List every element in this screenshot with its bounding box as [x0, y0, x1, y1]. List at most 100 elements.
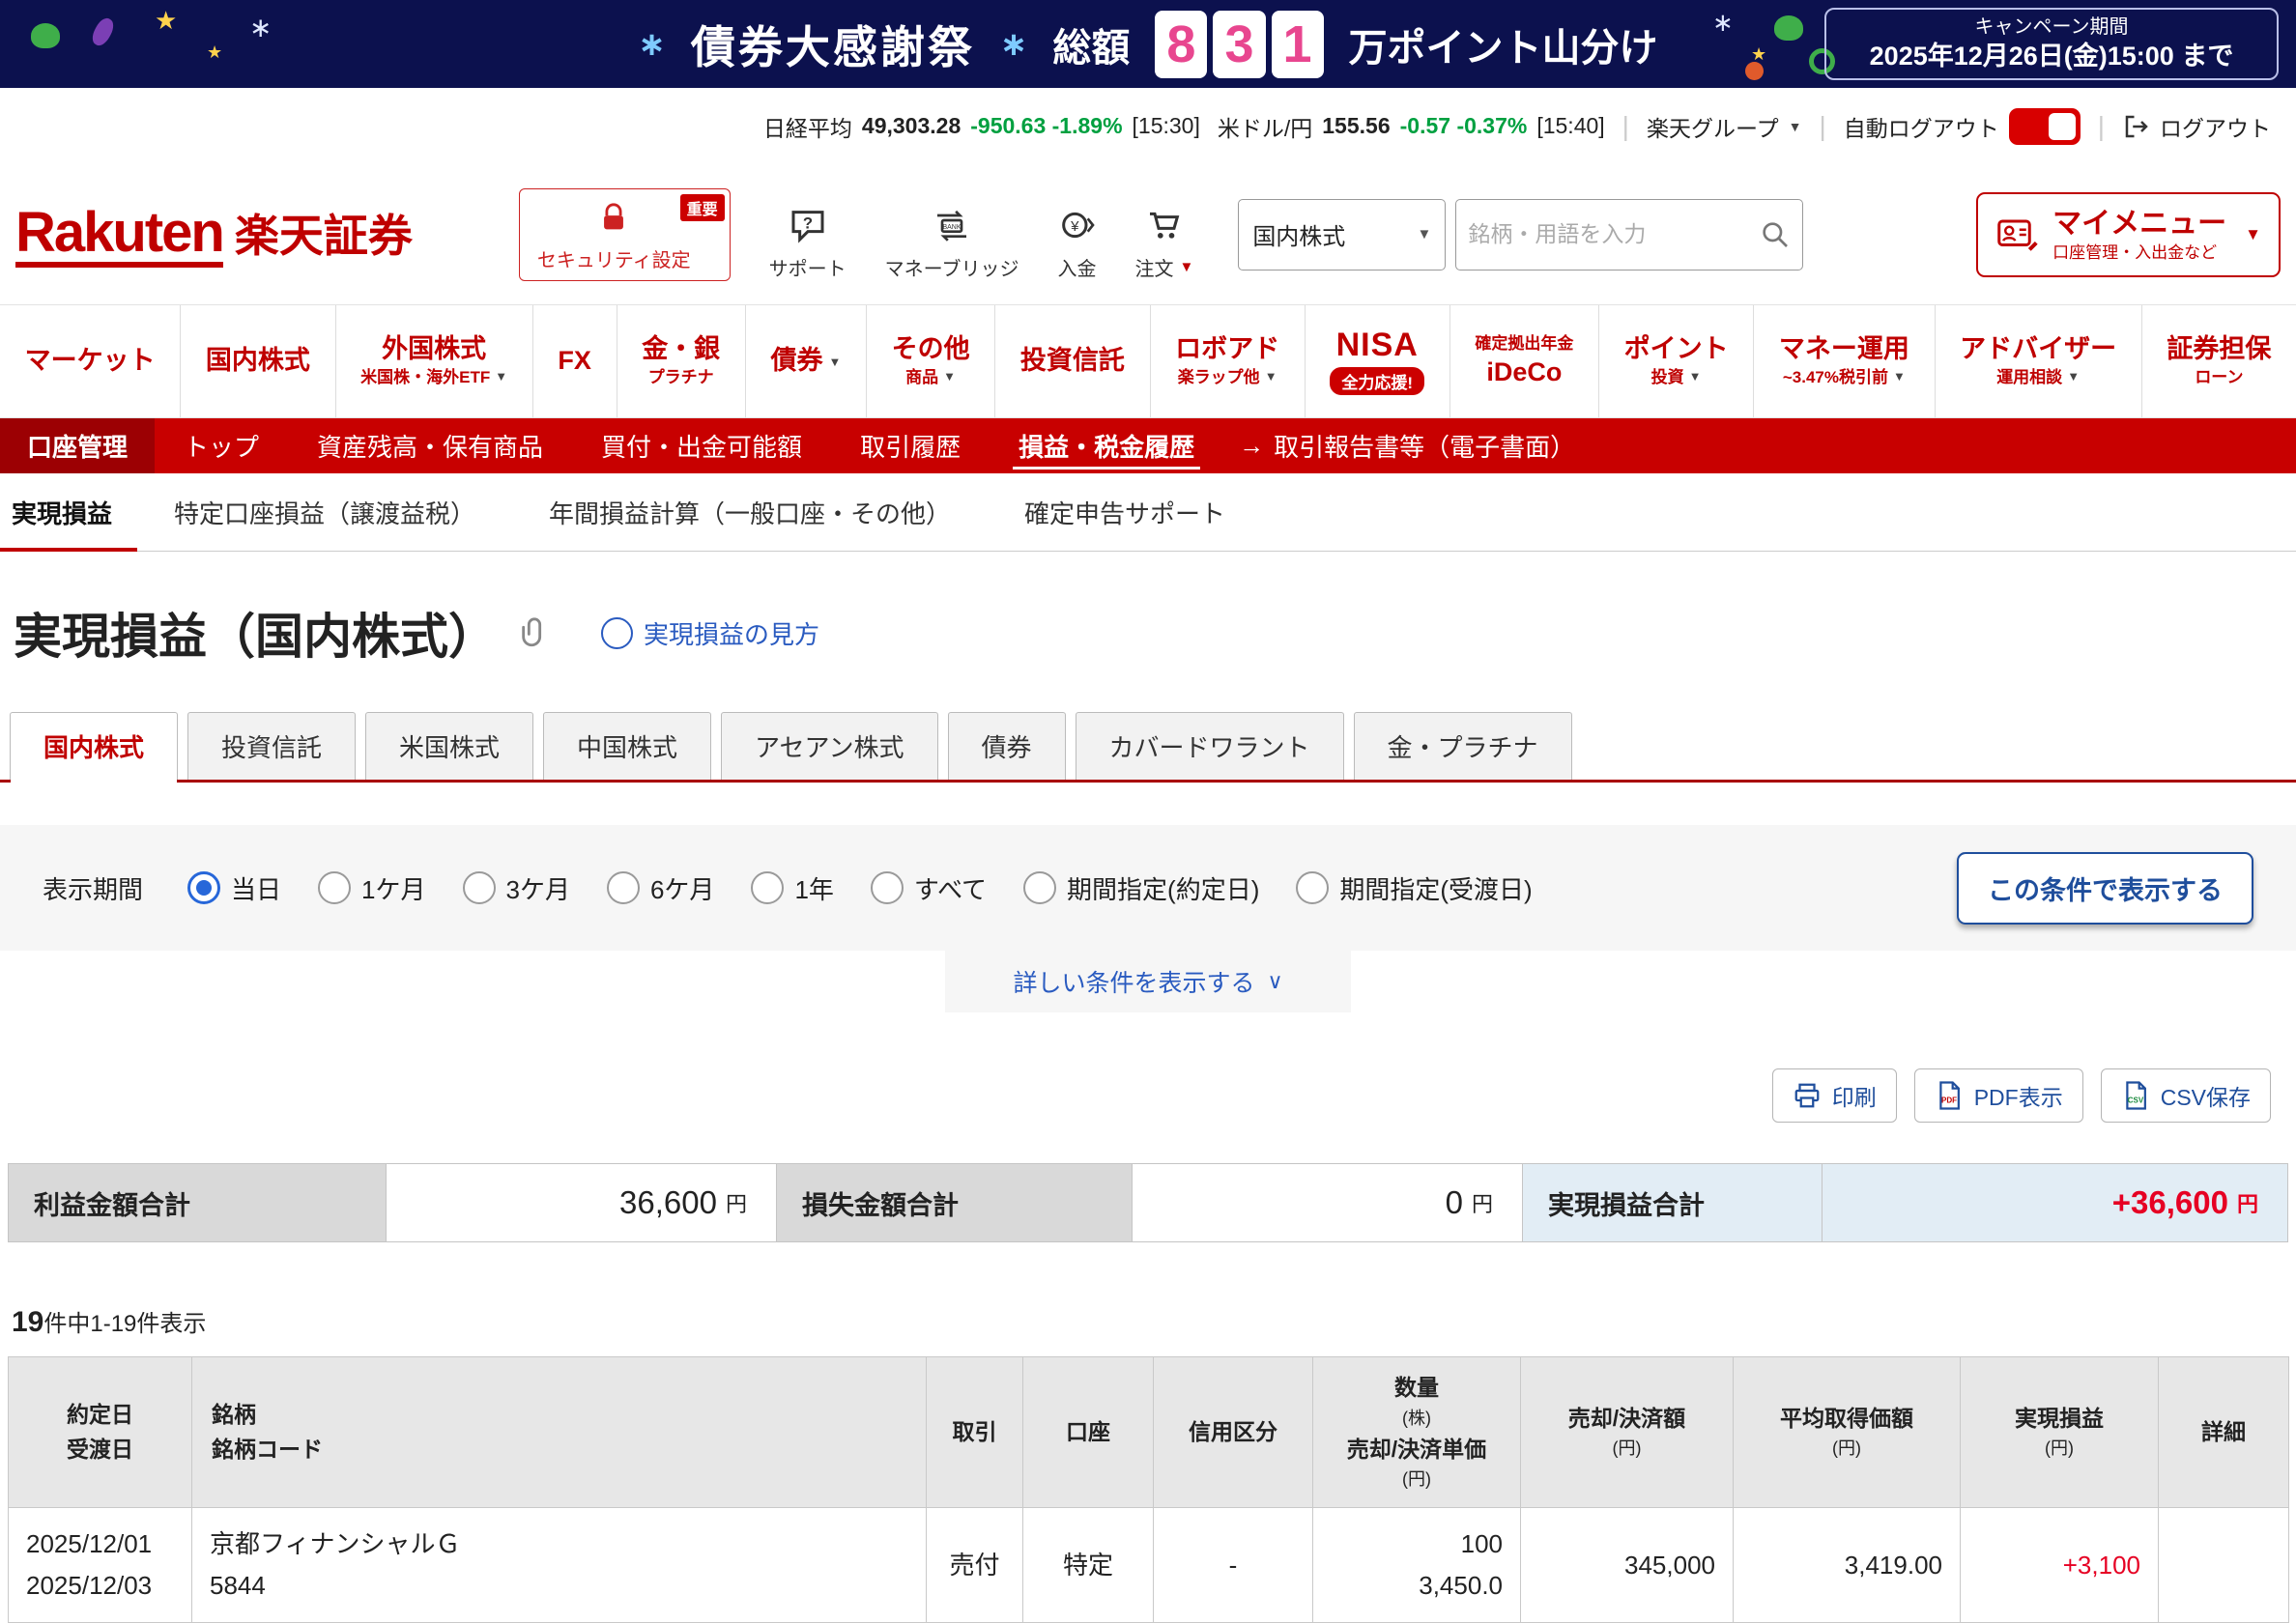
nav-item-label: マーケット	[25, 347, 156, 376]
nav-item-label: その他	[892, 335, 970, 364]
nav-item-mutual-funds[interactable]: 投資信託	[995, 305, 1150, 417]
loss-total-label: 損失金額合計	[777, 1164, 1133, 1241]
tab-specific-account-pnl[interactable]: 特定口座損益（譲渡益税）	[137, 473, 512, 551]
radio-period-1year[interactable]: 1年	[751, 870, 833, 906]
logout-button[interactable]: ログアウト	[2122, 110, 2271, 143]
arrow-right-icon: →	[1239, 431, 1264, 461]
nav-item-other-products[interactable]: その他 商品▼	[867, 305, 995, 417]
tab-domestic-stock[interactable]: 国内株式	[10, 712, 178, 780]
proceeds: 345,000	[1624, 1551, 1715, 1580]
account-management-home[interactable]: 口座管理	[0, 418, 155, 473]
security-settings-label: セキュリティ設定	[537, 244, 691, 272]
search-input[interactable]	[1468, 221, 1760, 247]
campaign-banner[interactable]: ★ ★ ∗ ∗ 債券大感謝祭 ∗ 総額 8 3 1 万ポイント山分け ∗ ★ キ…	[0, 0, 2296, 88]
deposit-button[interactable]: ¥ 入金	[1057, 204, 1096, 281]
nav-item-label: ロボアド	[1175, 335, 1279, 364]
acct-nav-pnl-tax-history[interactable]: 損益・税金履歴	[990, 418, 1223, 473]
cell-trade: 売付	[927, 1508, 1023, 1623]
acct-nav-balance[interactable]: 資産残高・保有商品	[288, 418, 572, 473]
site-header: Rakuten 楽天証券 重要 セキュリティ設定 ? サポート BANK マネー…	[0, 164, 2296, 304]
radio-period-6months[interactable]: 6ケ月	[607, 870, 714, 906]
usdjpy-time: [15:40]	[1536, 113, 1604, 139]
nav-item-market[interactable]: マーケット	[0, 305, 181, 417]
radio-period-today[interactable]: 当日	[187, 870, 281, 906]
expand-detailed-conditions-link[interactable]: 詳しい条件を表示する ∨	[945, 951, 1351, 1012]
tab-asean-stock[interactable]: アセアン株式	[721, 712, 937, 780]
chevron-down-icon: ∨	[1267, 969, 1282, 994]
pnl-help-link[interactable]: 実現損益の見方	[601, 615, 819, 651]
radio-label: 期間指定(受渡日)	[1339, 870, 1532, 906]
header-text: 口座	[1031, 1415, 1145, 1450]
moneybridge-button[interactable]: BANK マネーブリッジ	[885, 204, 1019, 281]
tab-us-stock[interactable]: 米国株式	[365, 712, 533, 780]
col-margin-type: 信用区分	[1154, 1357, 1313, 1508]
nav-item-domestic-stock[interactable]: 国内株式	[181, 305, 335, 417]
radio-period-range-settle-date[interactable]: 期間指定(受渡日)	[1296, 870, 1532, 906]
tab-covered-warrant[interactable]: カバードワラント	[1076, 712, 1344, 780]
radio-period-all[interactable]: すべて	[871, 870, 987, 906]
nav-item-bonds[interactable]: 債券▼	[746, 305, 867, 417]
acct-nav-trade-history[interactable]: 取引履歴	[831, 418, 990, 473]
rakuten-group-menu[interactable]: 楽天グループ ▼	[1647, 110, 1801, 143]
tab-china-stock[interactable]: 中国株式	[543, 712, 711, 780]
csv-file-icon: CSV	[2121, 1080, 2150, 1111]
acct-nav-top[interactable]: トップ	[155, 418, 288, 473]
radio-period-1month[interactable]: 1ケ月	[318, 870, 425, 906]
rakuten-logo[interactable]: Rakuten 楽天証券	[15, 201, 413, 269]
tab-tax-filing-support[interactable]: 確定申告サポート	[988, 473, 1262, 551]
decor-broccoli-icon	[31, 23, 60, 48]
acct-nav-buying-power[interactable]: 買付・出金可能額	[572, 418, 831, 473]
radio-dot	[1296, 871, 1329, 904]
order-button[interactable]: 注文 ▼	[1134, 204, 1193, 281]
auto-logout-label: 自動ログアウト	[1844, 110, 1999, 143]
auto-logout-toggle[interactable]	[2009, 108, 2081, 145]
tab-label: 年間損益計算（一般口座・その他）	[549, 495, 951, 530]
radio-label: 1年	[794, 870, 833, 906]
result-count: 19件中1-19件表示	[12, 1304, 2296, 1339]
tab-gold-platinum[interactable]: 金・プラチナ	[1354, 712, 1572, 780]
security-settings-button[interactable]: 重要 セキュリティ設定	[519, 188, 731, 281]
nav-item-gold-platinum[interactable]: 金・銀 プラチナ	[617, 305, 746, 417]
nav-item-ideco[interactable]: 確定拠出年金 iDeCo	[1450, 305, 1599, 417]
quantity: 100	[1331, 1523, 1503, 1565]
nav-item-securities-loan[interactable]: 証券担保 ローン	[2142, 305, 2296, 417]
nav-item-money-management[interactable]: マネー運用 ~3.47%税引前▼	[1754, 305, 1935, 417]
pnl-summary-bar: 利益金額合計 36,600 円 損失金額合計 0 円 実現損益合計 +36,60…	[8, 1163, 2288, 1242]
tab-annual-pnl[interactable]: 年間損益計算（一般口座・その他）	[512, 473, 988, 551]
nav-item-fx[interactable]: FX	[533, 305, 617, 417]
header-text: 銘柄	[212, 1398, 918, 1433]
search-icon[interactable]	[1760, 219, 1791, 250]
radio-period-3months[interactable]: 3ケ月	[463, 870, 570, 906]
expand-label: 詳しい条件を表示する	[1013, 964, 1254, 999]
nav-item-advisor[interactable]: アドバイザー 運用相談▼	[1936, 305, 2142, 417]
acct-nav-label: トップ	[184, 428, 259, 464]
pnl-sub-tabs: 実現損益 特定口座損益（譲渡益税） 年間損益計算（一般口座・その他） 確定申告サ…	[0, 473, 2296, 552]
tab-bonds[interactable]: 債券	[948, 712, 1066, 780]
nav-item-sublabel: 運用相談	[1996, 368, 2062, 387]
pdf-view-button[interactable]: PDF PDF表示	[1914, 1068, 2083, 1123]
print-button[interactable]: 印刷	[1772, 1068, 1897, 1123]
svg-text:PDF: PDF	[1941, 1096, 1957, 1104]
my-menu-button[interactable]: マイメニュー 口座管理・入出金など ▼	[1976, 192, 2281, 277]
trade-report-link[interactable]: → 取引報告書等（電子書面）	[1239, 418, 1575, 473]
nav-item-roboadvisor[interactable]: ロボアド 楽ラップ他▼	[1151, 305, 1306, 417]
header-text: 売却/決済単価	[1321, 1433, 1512, 1467]
nav-item-foreign-stock[interactable]: 外国株式 米国株・海外ETF▼	[336, 305, 533, 417]
nav-item-point-investment[interactable]: ポイント 投資▼	[1599, 305, 1754, 417]
apply-filter-button[interactable]: この条件で表示する	[1957, 852, 2253, 925]
nav-item-sublabel: 米国株・海外ETF	[360, 368, 490, 387]
radio-dot	[871, 871, 904, 904]
support-button[interactable]: ? サポート	[769, 204, 847, 281]
nav-item-sublabel: 商品	[905, 368, 938, 387]
tab-mutual-funds[interactable]: 投資信託	[187, 712, 356, 780]
search-category-select[interactable]: 国内株式 ▼	[1238, 199, 1446, 270]
csv-save-button[interactable]: CSV CSV保存	[2101, 1068, 2271, 1123]
tab-realized-pnl[interactable]: 実現損益	[0, 473, 137, 551]
nav-item-nisa[interactable]: NISA 全力応援!	[1306, 305, 1450, 417]
value-text: 36,600	[619, 1184, 717, 1221]
radio-period-range-trade-date[interactable]: 期間指定(約定日)	[1023, 870, 1259, 906]
acct-nav-label: 資産残高・保有商品	[317, 428, 543, 464]
decor-sparkle-icon: ∗	[638, 25, 666, 64]
nikkei-quote: 日経平均 49,303.28 -950.63 -1.89% [15:30]	[763, 110, 1200, 143]
loss-total-value: 0 円	[1133, 1164, 1523, 1241]
